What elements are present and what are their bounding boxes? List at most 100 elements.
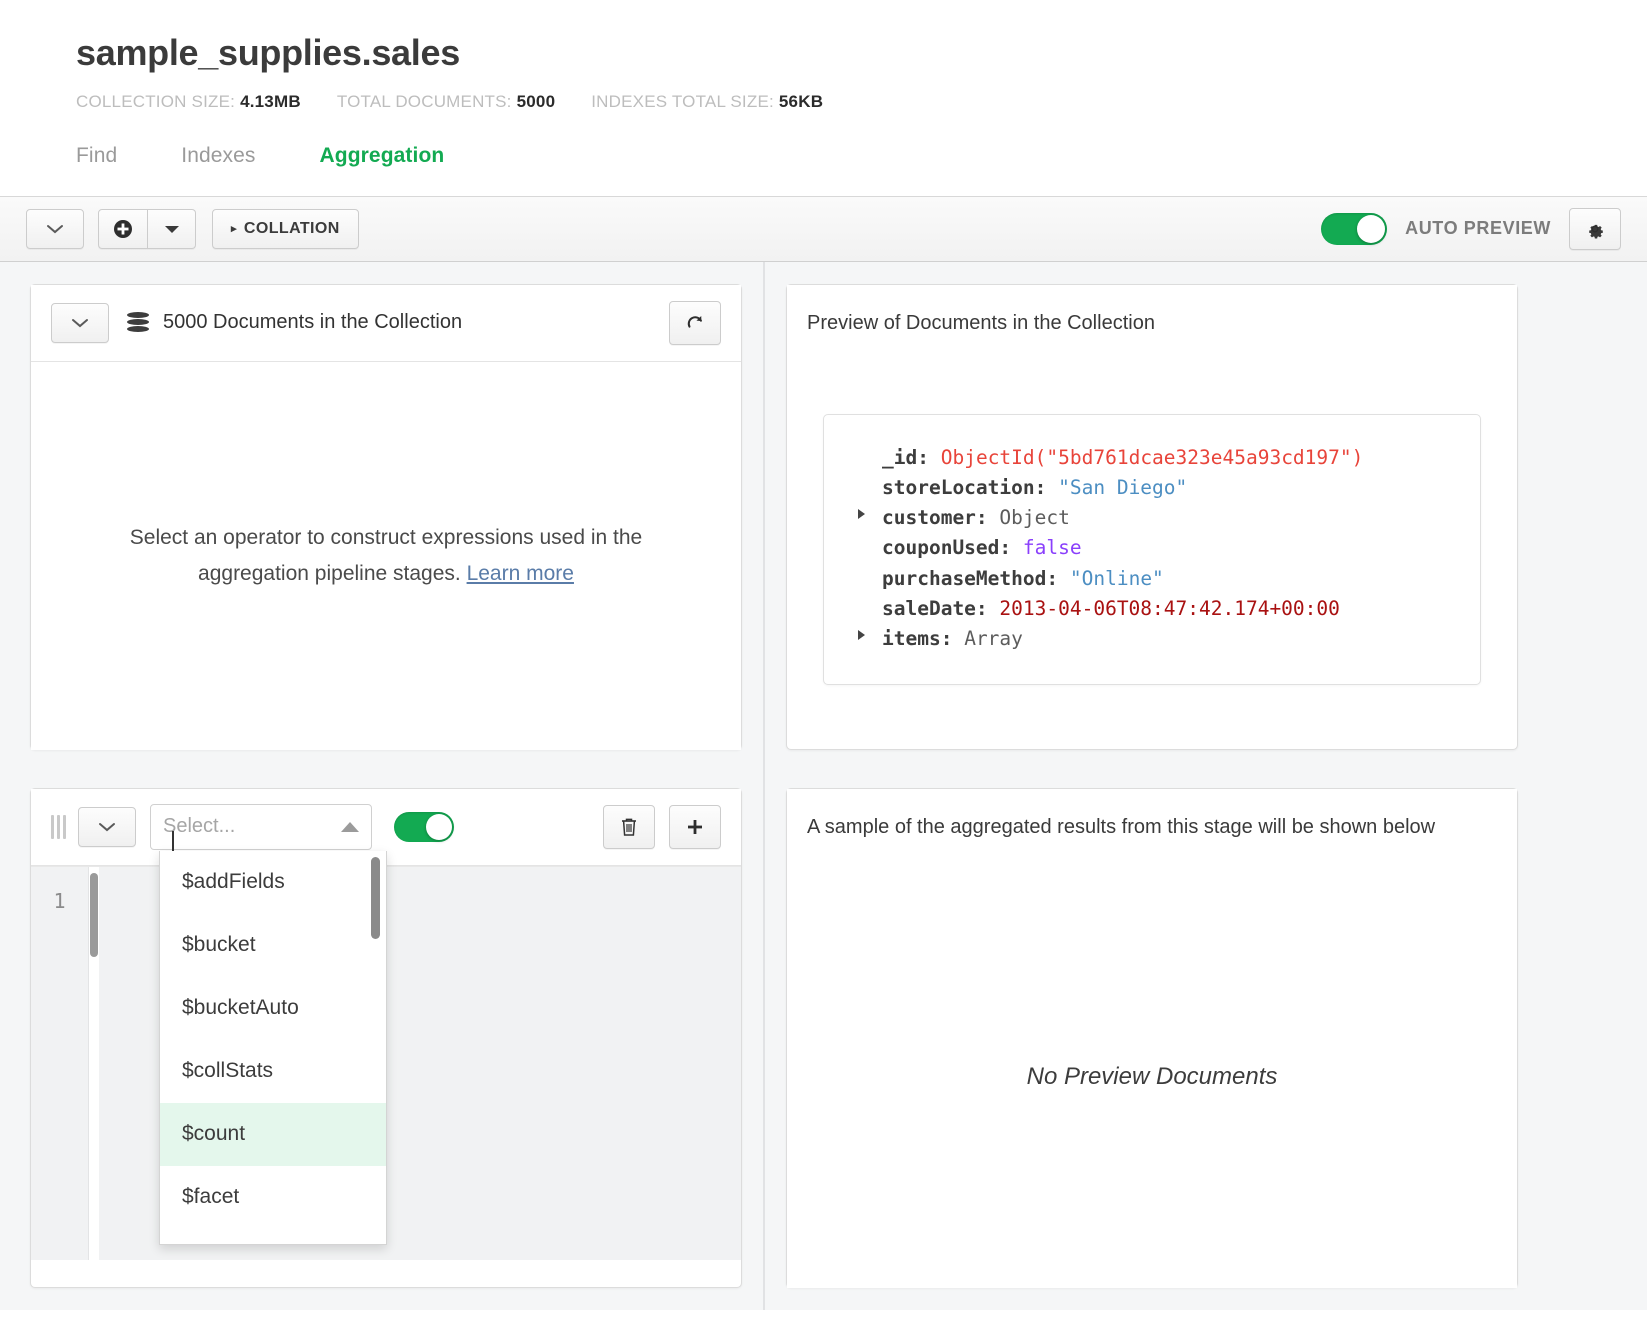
auto-preview-toggle[interactable] xyxy=(1321,213,1387,245)
add-stage-after-button[interactable] xyxy=(669,805,721,849)
refresh-icon xyxy=(684,312,706,334)
editor-line-gutter: 1 xyxy=(31,867,89,1260)
collection-stage-collapse-button[interactable] xyxy=(51,303,109,343)
chevron-down-icon xyxy=(46,223,64,235)
collation-toggle-button[interactable]: ▸ COLLATION xyxy=(212,209,359,249)
pipeline-settings-button[interactable] xyxy=(1569,208,1621,250)
stat-label: TOTAL DOCUMENTS: xyxy=(337,92,512,111)
toggle-knob xyxy=(1357,215,1385,243)
field-key: _id xyxy=(882,446,917,469)
stage-operator-select[interactable]: Select... xyxy=(150,804,372,850)
field-value: "San Diego" xyxy=(1058,476,1187,499)
operator-option-count[interactable]: $count xyxy=(160,1103,386,1166)
stage-action-buttons xyxy=(603,805,721,849)
learn-more-link[interactable]: Learn more xyxy=(467,562,574,585)
collation-label: COLLATION xyxy=(244,220,340,238)
stat-value: 5000 xyxy=(517,92,556,111)
collection-preview-header: Preview of Documents in the Collection xyxy=(787,285,1517,362)
document-field-row: items: Array xyxy=(858,624,1450,654)
collection-preview-title: Preview of Documents in the Collection xyxy=(807,312,1155,335)
refresh-collection-button[interactable] xyxy=(669,301,721,345)
caret-right-icon: ▸ xyxy=(231,222,237,235)
operator-option-bucket[interactable]: $bucket xyxy=(160,914,386,977)
stage-preview-body: No Preview Documents xyxy=(787,866,1517,1288)
field-value: false xyxy=(1023,536,1082,559)
document-field-row: couponUsed: false xyxy=(858,533,1450,563)
stat-label: INDEXES TOTAL SIZE: xyxy=(591,92,774,111)
text-caret xyxy=(172,831,174,853)
caret-down-icon xyxy=(164,224,180,234)
collection-tabs: Find Indexes Aggregation xyxy=(76,138,1647,174)
operator-options-dropdown[interactable]: $addFields $bucket $bucketAuto $collStat… xyxy=(159,851,387,1245)
document-field-row: customer: Object xyxy=(858,503,1450,533)
collection-stage-card: 5000 Documents in the Collection Select … xyxy=(30,284,742,750)
panel-divider xyxy=(763,262,765,1310)
collection-header: sample_supplies.sales COLLECTION SIZE:4.… xyxy=(0,0,1647,174)
add-stage-split-button xyxy=(98,209,196,249)
drag-handle-icon[interactable] xyxy=(51,815,66,839)
aggregation-builder-page: sample_supplies.sales COLLECTION SIZE:4.… xyxy=(0,0,1647,1344)
add-stage-dropdown-button[interactable] xyxy=(148,209,196,249)
stage-preview-card: A sample of the aggregated results from … xyxy=(786,788,1518,1288)
field-value: Array xyxy=(964,627,1023,650)
document-field-row: purchaseMethod: "Online" xyxy=(858,564,1450,594)
collection-preview-card: Preview of Documents in the Collection _… xyxy=(786,284,1518,750)
field-value: Object xyxy=(999,506,1069,529)
stage-enabled-toggle[interactable] xyxy=(394,812,454,842)
toggle-knob xyxy=(426,814,452,840)
trash-icon xyxy=(620,817,638,837)
pipeline-toolbar: ▸ COLLATION AUTO PREVIEW xyxy=(0,196,1647,262)
operator-option-bucketauto[interactable]: $bucketAuto xyxy=(160,977,386,1040)
field-value: 2013-04-06T08:47:42.174+00:00 xyxy=(999,597,1339,620)
field-key: customer xyxy=(882,506,976,529)
field-key: couponUsed xyxy=(882,536,999,559)
collection-stats: COLLECTION SIZE:4.13MB TOTAL DOCUMENTS: 5… xyxy=(76,92,1647,112)
field-value: ObjectId("5bd761dcae323e45a93cd197") xyxy=(941,446,1364,469)
stat-value: 4.13MB xyxy=(240,92,301,111)
document-field-row: saleDate: 2013-04-06T08:47:42.174+00:00 xyxy=(858,594,1450,624)
field-value: "Online" xyxy=(1070,567,1164,590)
line-number: 1 xyxy=(53,889,65,913)
database-icon xyxy=(127,311,149,335)
tab-indexes[interactable]: Indexes xyxy=(181,138,255,174)
tab-find[interactable]: Find xyxy=(76,138,117,174)
chevron-down-icon xyxy=(98,821,116,833)
toolbar-right-group: AUTO PREVIEW xyxy=(1321,208,1621,250)
no-preview-documents-label: No Preview Documents xyxy=(1027,1063,1278,1091)
gear-icon xyxy=(1584,218,1606,240)
page-title: sample_supplies.sales xyxy=(76,34,1647,72)
document-preview: _id: ObjectId("5bd761dcae323e45a93cd197"… xyxy=(823,414,1481,686)
editor-scrollbar[interactable] xyxy=(89,867,99,1260)
plus-circle-icon xyxy=(112,218,134,240)
dropdown-scrollbar[interactable] xyxy=(371,857,380,939)
operator-help-text: Select an operator to construct expressi… xyxy=(66,520,706,591)
tab-aggregation[interactable]: Aggregation xyxy=(320,138,445,174)
field-key: items xyxy=(882,627,941,650)
expand-caret-icon[interactable] xyxy=(858,509,865,519)
pipeline-workspace: 5000 Documents in the Collection Select … xyxy=(0,262,1647,1310)
stage-preview-title: A sample of the aggregated results from … xyxy=(807,816,1435,839)
collapse-all-stages-button[interactable] xyxy=(26,209,84,249)
stat-indexes-total-size: INDEXES TOTAL SIZE: 56KB xyxy=(591,92,823,112)
auto-preview-label: AUTO PREVIEW xyxy=(1405,218,1551,239)
stat-collection-size: COLLECTION SIZE:4.13MB xyxy=(76,92,301,112)
field-key: saleDate xyxy=(882,597,976,620)
operator-option-collstats[interactable]: $collStats xyxy=(160,1040,386,1103)
field-key: storeLocation xyxy=(882,476,1035,499)
expand-caret-icon[interactable] xyxy=(858,630,865,640)
operator-option-facet[interactable]: $facet xyxy=(160,1166,386,1229)
stat-total-documents: TOTAL DOCUMENTS: 5000 xyxy=(337,92,555,112)
plus-icon xyxy=(685,817,705,837)
delete-stage-button[interactable] xyxy=(603,805,655,849)
operator-option-addfields[interactable]: $addFields xyxy=(160,851,386,914)
collection-stage-header: 5000 Documents in the Collection xyxy=(31,285,741,362)
pipeline-stage-card: Select... xyxy=(30,788,742,1288)
field-key: purchaseMethod xyxy=(882,567,1046,590)
pipeline-stage-collapse-button[interactable] xyxy=(78,807,136,847)
add-stage-button[interactable] xyxy=(98,209,148,249)
document-field-row: storeLocation: "San Diego" xyxy=(858,473,1450,503)
chevron-down-icon xyxy=(71,317,89,329)
caret-up-icon[interactable] xyxy=(341,822,359,832)
operator-help-body: Select an operator to construct expressi… xyxy=(31,362,741,750)
stat-value: 56KB xyxy=(779,92,823,111)
